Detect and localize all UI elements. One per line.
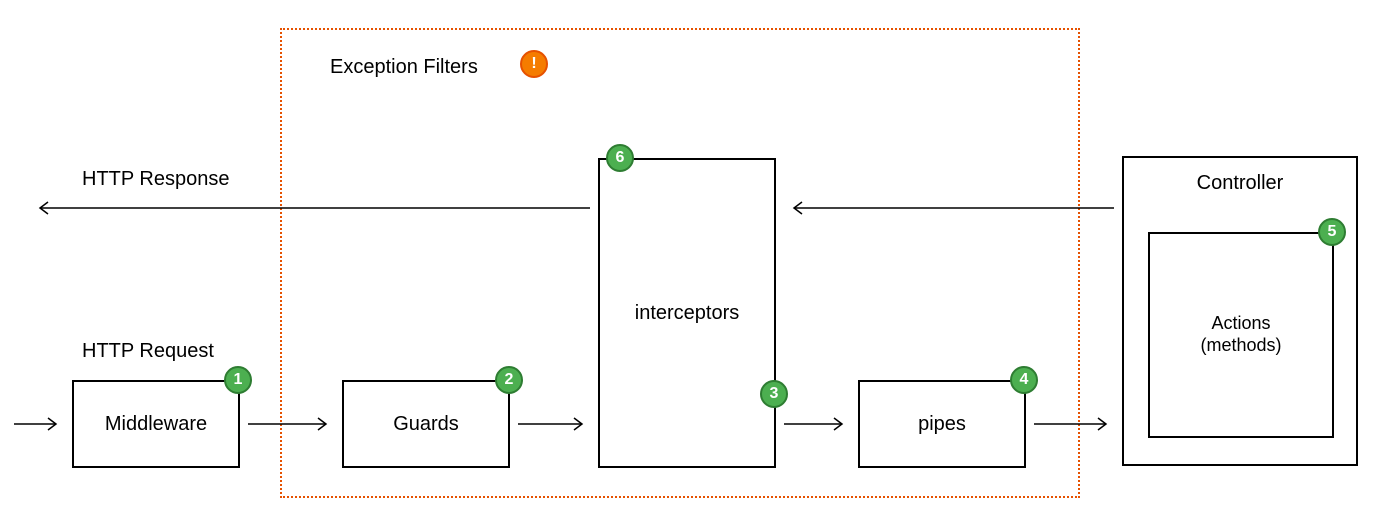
guards-box: Guards: [342, 380, 510, 468]
badge-3: 3: [760, 380, 788, 408]
controller-label: Controller: [1197, 172, 1284, 195]
pipes-label: pipes: [918, 413, 966, 436]
http-response-label: HTTP Response: [82, 168, 229, 191]
http-request-label: HTTP Request: [82, 340, 214, 363]
badge-1: 1: [224, 366, 252, 394]
arrow-controller-interceptors: [784, 196, 1114, 220]
actions-label-line2: (methods): [1200, 335, 1281, 357]
badge-5: 5: [1318, 218, 1346, 246]
badge-6: 6: [606, 144, 634, 172]
actions-label-line1: Actions: [1211, 313, 1270, 335]
arrow-guards-interceptors: [518, 414, 590, 434]
arrow-interceptors-pipes: [784, 414, 850, 434]
arrow-in-middleware: [14, 414, 64, 434]
exception-filters-label: Exception Filters: [330, 56, 478, 79]
diagram-canvas: Exception Filters ! HTTP Response HTTP R…: [0, 0, 1397, 512]
warning-icon: !: [520, 50, 548, 78]
interceptors-box: interceptors: [598, 158, 776, 468]
middleware-label: Middleware: [105, 413, 207, 436]
actions-box: Actions (methods): [1148, 232, 1334, 438]
arrow-interceptors-out: [30, 196, 590, 220]
arrow-pipes-controller: [1034, 414, 1114, 434]
pipes-box: pipes: [858, 380, 1026, 468]
arrow-middleware-guards: [248, 414, 334, 434]
guards-label: Guards: [393, 413, 459, 436]
badge-2: 2: [495, 366, 523, 394]
interceptors-label: interceptors: [635, 302, 740, 325]
badge-4: 4: [1010, 366, 1038, 394]
middleware-box: Middleware: [72, 380, 240, 468]
